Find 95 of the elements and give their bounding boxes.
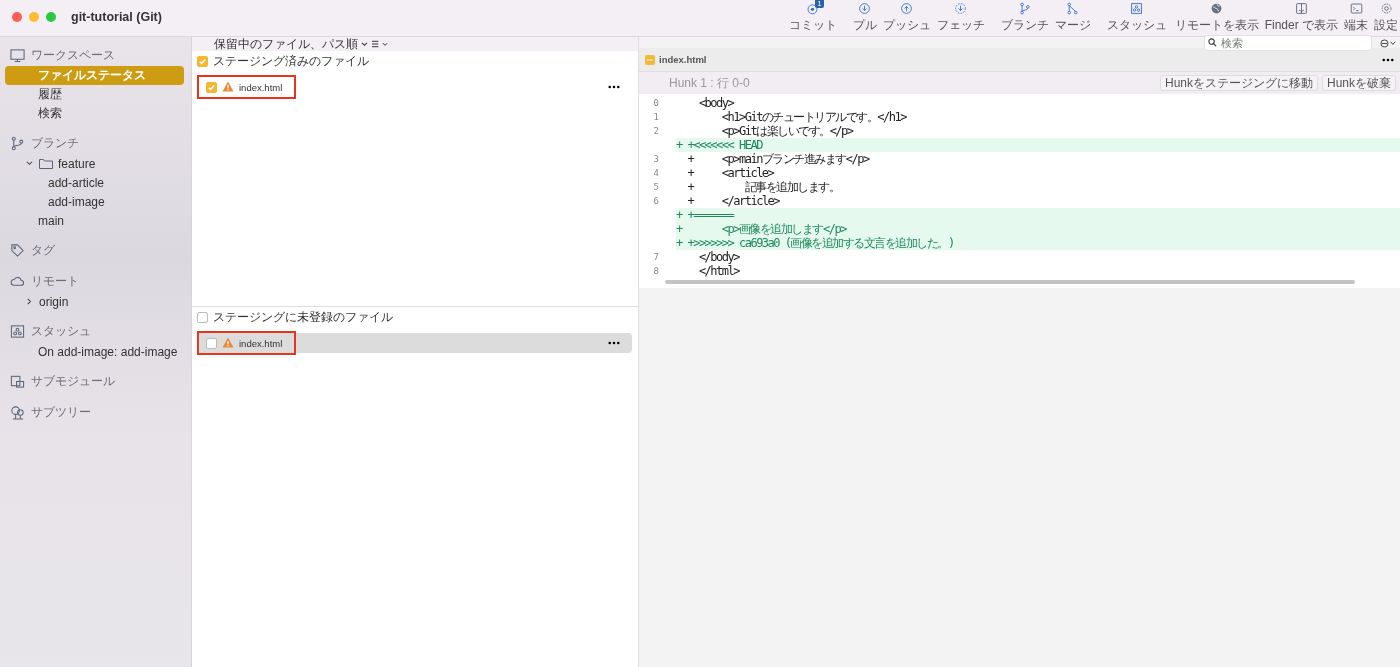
file-row[interactable]: index.html (197, 77, 632, 97)
scrollbar[interactable] (665, 280, 1355, 284)
checkbox[interactable] (197, 56, 208, 67)
checkbox[interactable] (197, 312, 208, 323)
section-title: スタッシュ (31, 323, 91, 340)
branch-icon (10, 136, 25, 151)
section-title: タグ (31, 242, 55, 259)
merge-icon (1066, 2, 1080, 15)
code-line: <h1>Gitのチュートリアルです。</h1> (720, 110, 908, 124)
download-icon (954, 2, 968, 15)
cloud-icon (10, 274, 25, 289)
sort-dropdown[interactable]: 保留中のファイル、パス順 (214, 37, 368, 51)
section-title: ワークスペース (31, 47, 115, 64)
section-title: サブツリー (31, 404, 91, 421)
chevron-icon[interactable] (26, 160, 33, 167)
sidebar-item[interactable]: 検索 (5, 104, 184, 123)
code-line: + 記事を追加します。 (686, 180, 841, 194)
line-number: 4 (652, 167, 660, 180)
more-icon[interactable] (608, 85, 620, 89)
code-line: + <article> (686, 166, 775, 180)
line-number: 7 (652, 251, 660, 264)
toolbar-button[interactable]: ブランチ (1000, 2, 1049, 32)
stash-icon (1130, 2, 1144, 15)
toolbar-button[interactable]: マージ (1054, 2, 1091, 32)
toolbar-button[interactable]: スタッシュ (1106, 2, 1167, 32)
monitor-icon (10, 48, 25, 63)
chevron-icon[interactable] (26, 298, 33, 305)
hunk-button[interactable]: Hunkを破棄 (1322, 75, 1396, 91)
checkbox[interactable] (206, 81, 217, 93)
toolbar-button[interactable]: Finder で表示 (1264, 2, 1338, 32)
window-title: git-tutorial (Git) (71, 10, 162, 24)
line-number: 6 (652, 195, 660, 208)
commit-icon (806, 2, 820, 15)
sidebar-item[interactable]: origin (5, 292, 184, 311)
count-badge: 1 (815, 0, 824, 8)
section-title: ブランチ (31, 135, 79, 152)
toolbar-button[interactable]: プッシュ (882, 2, 931, 32)
checkbox[interactable] (206, 337, 217, 349)
upload-icon (900, 2, 914, 15)
file-name: index.html (659, 54, 707, 65)
section-title: サブモジュール (31, 373, 115, 390)
file-name: index.html (239, 337, 283, 349)
sidebar-item[interactable]: main (5, 211, 184, 230)
sidebar-item[interactable]: On add-image: add-image (5, 342, 184, 361)
finder-icon (1294, 2, 1308, 15)
file-row[interactable]: index.html (197, 333, 632, 353)
download-icon (858, 2, 872, 15)
sidebar-item[interactable]: add-image (5, 192, 184, 211)
section-title: リモート (31, 273, 79, 290)
line-number: 0 (652, 97, 660, 110)
filter-icon[interactable] (1380, 38, 1396, 48)
code-line: + <p>mainブランチ進みます</p> (686, 152, 871, 166)
line-number: 8 (652, 265, 660, 278)
sidebar-item[interactable]: 履歴 (5, 85, 184, 104)
search-field[interactable]: 検索 (1204, 35, 1372, 51)
line-number: 3 (652, 153, 660, 166)
section-title: ステージングに未登録のファイル (213, 309, 393, 326)
code-line: <p>Gitは楽しいです。</p> (720, 124, 855, 138)
globe-icon (1210, 2, 1224, 15)
terminal-icon (1349, 2, 1363, 15)
warning-icon (222, 336, 234, 350)
warning-icon (222, 80, 234, 94)
minimize-button[interactable] (29, 12, 39, 22)
close-button[interactable] (12, 12, 22, 22)
toolbar-button[interactable]: プル (852, 2, 877, 32)
code-line: </body> (697, 250, 741, 264)
file-name: index.html (239, 81, 283, 93)
section-title: ステージング済みのファイル (213, 53, 369, 70)
settings-icon (1379, 2, 1393, 15)
stash-icon (10, 324, 25, 339)
tree-icon (10, 405, 25, 420)
more-icon[interactable] (1382, 57, 1394, 62)
line-number: 5 (652, 181, 660, 194)
folders-icon (10, 374, 25, 389)
toolbar-button[interactable]: 設定 (1374, 2, 1398, 32)
branch-icon (1018, 2, 1032, 15)
view-options-button[interactable] (372, 40, 390, 48)
line-number: 1 (652, 111, 660, 124)
hunk-button[interactable]: Hunkをステージングに移動 (1159, 75, 1318, 91)
sidebar-item[interactable]: feature (5, 154, 184, 173)
code-line: + </article> (686, 194, 781, 208)
zoom-button[interactable] (46, 12, 56, 22)
file-icon (645, 54, 655, 65)
more-icon[interactable] (608, 341, 620, 345)
sidebar-item[interactable]: add-article (5, 173, 184, 192)
chevron-icon (361, 41, 368, 47)
tag-icon (10, 243, 25, 258)
toolbar-button[interactable]: 端末 (1344, 2, 1368, 32)
code-line: <body> (697, 96, 735, 110)
line-number: 2 (652, 125, 660, 138)
hunk-label: Hunk 1 : 行 0-0 (669, 74, 750, 92)
toolbar-button[interactable]: フェッチ (936, 2, 985, 32)
code-line: </html> (697, 264, 741, 278)
toolbar-button[interactable]: リモートを表示 (1174, 2, 1259, 32)
toolbar-button[interactable]: 1 コミット (788, 2, 837, 32)
